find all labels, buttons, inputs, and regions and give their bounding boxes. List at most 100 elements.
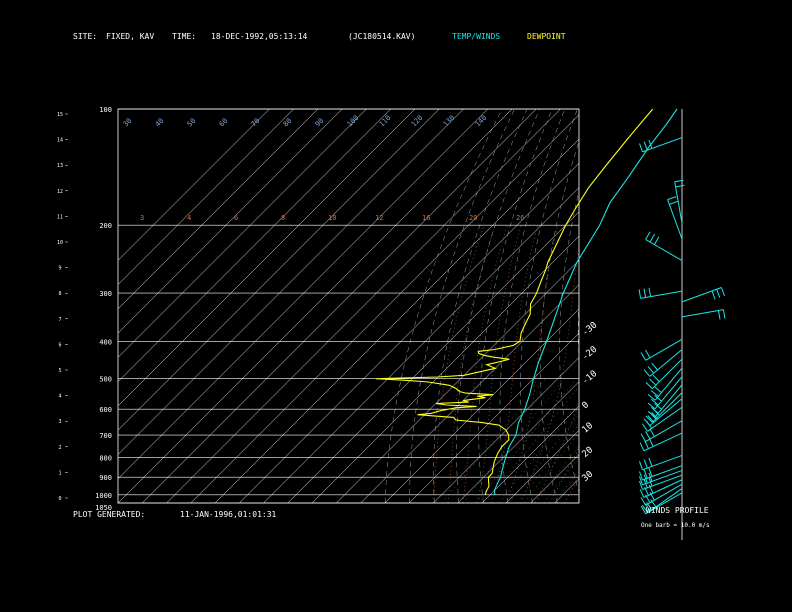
height-km-label: 12 [57,189,63,195]
wind-barb-flag [654,386,662,393]
right-temp-label: 10 [581,421,596,436]
winds-profile-note: One barb = 10.0 m/s [641,522,710,529]
plot-generated-value: 11-JAN-1996,01:01:31 [180,510,277,519]
isotherm [118,109,488,480]
height-km-label: 1 [58,470,61,476]
wind-barb-flag [638,289,642,299]
wind-barb-flag [716,289,721,298]
dry-adiabat [631,109,681,503]
moist-adiabat [578,502,579,503]
wind-barb-staff [681,309,724,318]
isotherm [506,429,579,503]
temperature-line [493,108,678,495]
theta-label: 140 [474,114,489,129]
moist-adiabat [564,476,579,503]
wind-barb-flag [639,461,643,470]
axis-labels: 1002003004005006007008009001000105001234… [57,106,599,512]
wind-barb-flag [667,196,677,201]
isotherm [603,109,792,503]
isotherm [311,235,579,503]
wind-barb-flag [640,497,647,506]
moist-adiabat [520,247,579,503]
wind-barb-flag [639,489,645,498]
isotherm [433,357,579,503]
height-km-label: 15 [57,112,63,118]
wind-barb-flag [643,369,651,377]
height-km-label: 6 [58,342,61,348]
isotherm [578,502,579,503]
wind-barb-staff [642,137,683,153]
mixing-ratio [535,445,579,503]
height-km-label: 10 [57,240,63,246]
dry-adiabat [456,109,540,503]
height-km-label: 4 [58,394,61,400]
wind-barb-flag [722,309,726,319]
wind-barb-flag [651,362,658,371]
wind-barb-flag [647,410,656,418]
theta-label: 40 [154,117,166,129]
theta-label: 90 [314,117,326,129]
height-km-label: 8 [58,291,61,297]
isotherm [118,109,440,431]
moist-adiabat [535,402,579,503]
wind-barb-flag [648,457,653,467]
theta-label: 100 [346,114,361,129]
theta-label: 110 [378,114,393,129]
theta-label: 30 [122,117,134,129]
wind-barb-staff [654,384,683,418]
dry-adiabat [694,109,779,503]
isotherm [118,109,464,455]
isotherm [239,162,579,503]
isotherm [118,109,416,407]
dry-adiabat [738,109,792,503]
right-temp-label: 30 [581,469,596,484]
wind-barb-flag [643,141,648,151]
wind-barb-flag [645,382,653,390]
isotherm [481,405,579,503]
wind-barb-flag [643,418,651,426]
pressure-label: 800 [99,454,112,462]
time-value: 18-DEC-1992,05:13:14 [211,32,308,41]
wind-barb-flag [645,349,651,359]
pressure-label: 700 [99,432,112,440]
wind-barb-flag [643,288,647,298]
isotherm [457,381,579,503]
dry-adiabat [577,295,579,364]
isotherm [336,260,579,503]
isotherm [408,332,579,503]
mixing-ratio-label: 20 [469,214,477,222]
mixing-ratio-label: 12 [375,214,383,222]
background-lines [117,108,792,504]
wind-barb-flag [669,200,678,205]
pressure-label: 100 [99,106,112,114]
site-value: FIXED, KAV [106,32,155,41]
pressure-label: 600 [99,406,112,414]
plot-generated-label: PLOT GENERATED: [73,510,146,519]
wind-barb-staff [649,349,683,377]
isotherm [118,109,513,503]
wind-barb-flag [675,184,685,188]
isotherm [530,454,579,503]
isotherm [190,114,579,503]
right-temp-label: 0 [581,400,592,411]
wind-barb-flag [645,231,651,240]
plot-frame [117,108,580,504]
isotherm [118,109,319,310]
theta-label: 80 [282,117,294,129]
mixing-ratio [543,456,579,503]
wind-barb-staff [667,199,683,240]
dry-adiabat [433,109,528,503]
dry-adiabat [765,109,792,503]
mixing-ratio [517,423,579,503]
height-km-label: 9 [58,266,61,272]
right-temp-label: -10 [581,369,600,387]
right-temp-label: -20 [581,345,600,363]
wind-barb-flag [640,352,647,361]
mixing-ratio-label: 16 [422,214,430,222]
wind-barb-flag [639,143,643,153]
wind-barbs [638,109,726,540]
dry-adiabat [409,109,515,503]
height-km-label: 11 [57,214,63,220]
wind-barb-staff [645,239,683,261]
theta-label: 50 [186,117,198,129]
